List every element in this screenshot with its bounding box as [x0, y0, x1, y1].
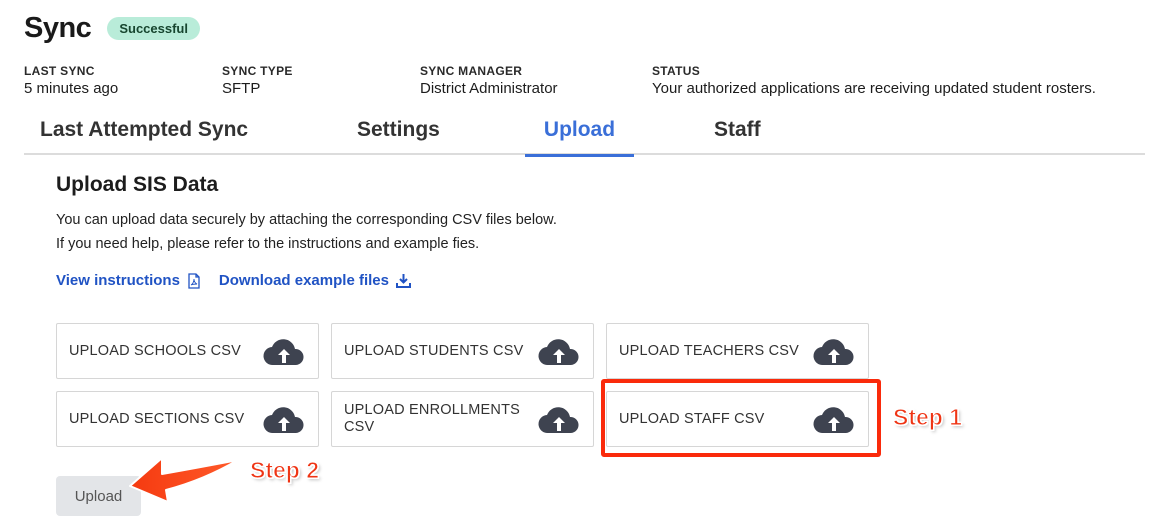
page-title: Sync [24, 12, 92, 44]
download-example-files-link[interactable]: Download example files [219, 272, 411, 289]
sync-meta: LAST SYNC 5 minutes ago SYNC TYPE SFTP S… [0, 64, 1155, 104]
step2-arrow-icon [126, 446, 244, 507]
step1-label: Step 1 [892, 404, 963, 431]
upload-schools-csv[interactable]: UPLOAD SCHOOLS CSV [56, 323, 319, 379]
cloud-upload-icon [812, 337, 856, 372]
cloud-upload-icon [262, 337, 306, 372]
meta-value: 5 minutes ago [24, 80, 119, 97]
card-label: UPLOAD ENROLLMENTS CSV [344, 402, 521, 435]
tab-bar: Last Attempted Sync Settings Upload Staf… [24, 112, 1145, 157]
tab-staff[interactable]: Staff [714, 118, 761, 155]
upload-teachers-csv[interactable]: UPLOAD TEACHERS CSV [606, 323, 869, 379]
help-links: View instructions Download example files [56, 272, 411, 289]
meta-label: SYNC TYPE [222, 64, 293, 78]
status-badge: Successful [107, 17, 200, 40]
card-label: UPLOAD SECTIONS CSV [69, 410, 245, 427]
cloud-upload-icon [812, 405, 856, 440]
meta-value: District Administrator [420, 80, 558, 97]
meta-value: Your authorized applications are receivi… [652, 80, 1096, 97]
card-label: UPLOAD TEACHERS CSV [619, 342, 799, 359]
download-example-files-label: Download example files [218, 272, 389, 289]
cloud-upload-icon [262, 405, 306, 440]
upload-sections-csv[interactable]: UPLOAD SECTIONS CSV [56, 391, 319, 447]
meta-sync-type: SYNC TYPE SFTP [222, 64, 293, 97]
meta-value: SFTP [222, 80, 261, 97]
meta-label: LAST SYNC [24, 64, 95, 78]
upload-help-text: If you need help, please refer to the in… [56, 236, 480, 252]
meta-label: STATUS [652, 64, 701, 78]
meta-label: SYNC MANAGER [420, 64, 523, 78]
pdf-icon [187, 272, 201, 289]
upload-enrollments-csv[interactable]: UPLOAD ENROLLMENTS CSV [331, 391, 594, 447]
page-header: Sync Successful [24, 12, 200, 45]
cloud-upload-icon [537, 337, 581, 372]
upload-staff-csv[interactable]: UPLOAD STAFF CSV [606, 391, 869, 447]
upload-students-csv[interactable]: UPLOAD STUDENTS CSV [331, 323, 594, 379]
card-label: UPLOAD SCHOOLS CSV [69, 342, 242, 359]
card-label: UPLOAD STUDENTS CSV [344, 342, 524, 359]
upload-description: You can upload data securely by attachin… [56, 212, 557, 228]
meta-sync-manager: SYNC MANAGER District Administrator [420, 64, 558, 97]
tab-upload[interactable]: Upload [525, 118, 634, 157]
section-title: Upload SIS Data [56, 173, 219, 196]
meta-last-sync: LAST SYNC 5 minutes ago [24, 64, 118, 97]
meta-status: STATUS Your authorized applications are … [652, 64, 1096, 97]
card-label: UPLOAD STAFF CSV [619, 410, 765, 427]
step2-label: Step 2 [249, 457, 320, 484]
download-icon [395, 273, 411, 288]
tab-last-attempted-sync[interactable]: Last Attempted Sync [40, 118, 248, 155]
cloud-upload-icon [537, 405, 581, 440]
tab-settings[interactable]: Settings [357, 118, 440, 155]
view-instructions-link[interactable]: View instructions [56, 272, 201, 289]
view-instructions-label: View instructions [56, 272, 180, 289]
